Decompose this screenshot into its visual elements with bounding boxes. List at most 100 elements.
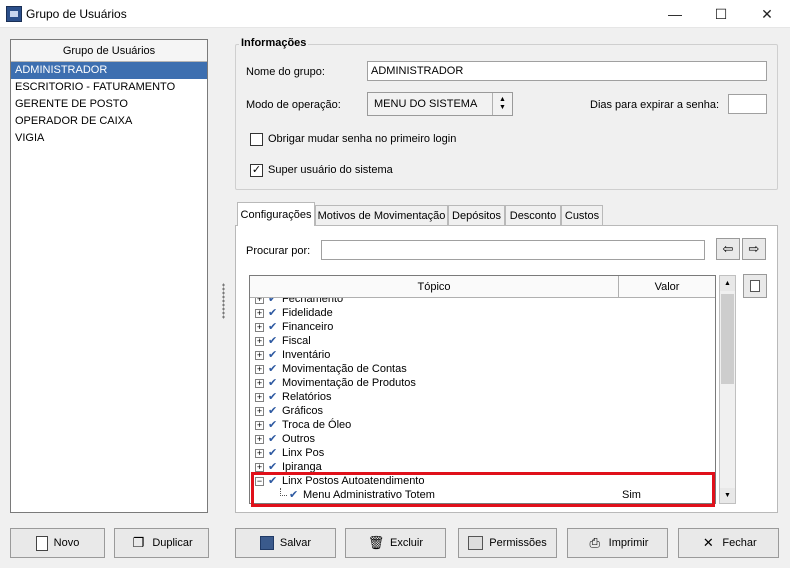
vertical-scrollbar[interactable]: ▲ ▼ (719, 275, 736, 504)
expand-icon[interactable]: + (255, 407, 264, 416)
info-title: Informações (239, 37, 309, 49)
duplicar-button[interactable]: ❐ Duplicar (114, 528, 209, 558)
next-arrow-button[interactable]: ⇨ (742, 238, 766, 260)
excluir-label: Excluir (389, 537, 423, 549)
superuser-checkbox[interactable]: ✓ (250, 164, 263, 177)
salvar-label: Salvar (279, 537, 312, 549)
check-icon: ✔ (268, 419, 278, 431)
tree-row-label: Movimentação de Produtos (282, 377, 416, 389)
previous-arrow-button[interactable]: ⇦ (716, 238, 740, 260)
excluir-button[interactable]: 🗑 Excluir (345, 528, 446, 558)
tab-configuracoes[interactable]: Configurações (237, 202, 315, 226)
operation-mode-label: Modo de operação: (246, 99, 341, 111)
new-document-icon (35, 535, 48, 551)
fechar-button[interactable]: ✕ Fechar (678, 528, 779, 558)
search-input[interactable] (321, 240, 705, 260)
arrow-right-icon: ⇨ (748, 241, 760, 256)
user-groups-list: ADMINISTRADOR ESCRITORIO - FATURAMENTO GER… (11, 62, 207, 147)
group-name-input[interactable]: ADMINISTRADOR (367, 61, 767, 81)
expand-icon[interactable]: + (255, 435, 264, 444)
group-list-item[interactable]: GERENTE DE POSTO (11, 96, 207, 113)
tab-depositos[interactable]: Depósitos (448, 205, 505, 225)
tree-row-label: Gráficos (282, 405, 323, 417)
permissoes-label: Permissões (489, 537, 547, 549)
topics-tree-grid: + ✔ Fechamento + ✔ Fidelidade + ✔ Financeiro + ✔ Fi… (249, 275, 716, 504)
novo-label: Novo (53, 537, 80, 549)
group-list-item[interactable]: OPERADOR DE CAIXA (11, 113, 207, 130)
highlight-box (251, 472, 715, 507)
tree-row[interactable]: + ✔ Inventário (250, 348, 715, 362)
minimize-button[interactable]: — (652, 0, 698, 28)
expand-icon[interactable]: + (255, 337, 264, 346)
imprimir-label: Imprimir (608, 537, 649, 549)
tree-row-label: Inventário (282, 349, 331, 361)
check-icon: ✔ (268, 321, 278, 333)
permissoes-button[interactable]: Permissões (458, 528, 557, 558)
tree-row[interactable]: + ✔ Financeiro (250, 320, 715, 334)
tree-row[interactable]: + ✔ Gráficos (250, 404, 715, 418)
tree-row[interactable]: + ✔ Movimentação de Contas (250, 362, 715, 376)
tree-row[interactable]: + ✔ Fidelidade (250, 306, 715, 320)
check-icon: ✔ (268, 377, 278, 389)
group-list-item[interactable]: ADMINISTRADOR (11, 62, 207, 79)
search-label: Procurar por: (246, 245, 311, 257)
tree-row-label: Linx Pos (282, 447, 325, 459)
tree-row[interactable]: + ✔ Relatórios (250, 390, 715, 404)
force-password-change-label: Obrigar mudar senha no primeiro login (268, 133, 457, 145)
expand-icon[interactable]: + (255, 365, 264, 374)
group-name-label: Nome do grupo: (246, 66, 325, 78)
splitter-handle[interactable] (222, 283, 225, 319)
tree-row-label: Movimentação de Contas (282, 363, 407, 375)
tree-row-label: Relatórios (282, 391, 332, 403)
expand-icon[interactable]: + (255, 393, 264, 402)
maximize-button[interactable]: ☐ (698, 0, 744, 28)
column-header-valor[interactable]: Valor (619, 276, 715, 298)
checkmark-icon: ✓ (251, 164, 262, 176)
group-list-item[interactable]: VIGIA (11, 130, 207, 147)
tab-custos[interactable]: Custos (561, 205, 603, 225)
tree-row[interactable]: + ✔ Movimentação de Produtos (250, 376, 715, 390)
password-expiry-label: Dias para expirar a senha: (590, 99, 720, 111)
check-icon: ✔ (268, 335, 278, 347)
permissions-icon (468, 536, 484, 550)
expand-icon[interactable]: + (255, 323, 264, 332)
document-icon (750, 280, 760, 292)
grid-options-button[interactable] (743, 274, 767, 298)
imprimir-button[interactable]: ⎙ Imprimir (567, 528, 668, 558)
expand-icon[interactable]: + (255, 449, 264, 458)
expand-icon[interactable]: + (255, 379, 264, 388)
check-icon: ✔ (268, 447, 278, 459)
user-groups-list-panel: Grupo de Usuários ADMINISTRADOR ESCRITORI… (10, 39, 208, 513)
expand-icon[interactable]: + (255, 309, 264, 318)
tree-row[interactable]: + ✔ Troca de Óleo (250, 418, 715, 432)
scroll-down-icon[interactable]: ▼ (720, 488, 735, 503)
operation-mode-select[interactable]: MENU DO SISTEMA ▲ ▼ (367, 92, 513, 116)
tab-desconto[interactable]: Desconto (505, 205, 561, 225)
tree-row[interactable]: + ✔ Fiscal (250, 334, 715, 348)
spin-updown-icon[interactable]: ▲ ▼ (492, 93, 512, 115)
salvar-button[interactable]: Salvar (235, 528, 336, 558)
close-x-icon: ✕ (702, 535, 714, 550)
scroll-up-icon[interactable]: ▲ (720, 276, 735, 291)
scroll-thumb[interactable] (721, 294, 734, 384)
force-password-change-checkbox[interactable] (250, 133, 263, 146)
save-icon (259, 536, 274, 550)
tree-row[interactable]: + ✔ Linx Pos (250, 446, 715, 460)
group-list-item[interactable]: ESCRITORIO - FATURAMENTO (11, 79, 207, 96)
app-icon (6, 6, 22, 22)
password-expiry-input[interactable] (728, 94, 767, 114)
expand-icon[interactable]: + (255, 421, 264, 430)
window-title: Grupo de Usuários (26, 7, 127, 21)
tree-row[interactable]: + ✔ Outros (250, 432, 715, 446)
expand-icon[interactable]: + (255, 463, 264, 472)
novo-button[interactable]: Novo (10, 528, 105, 558)
check-icon: ✔ (268, 391, 278, 403)
column-header-topico[interactable]: Tópico (250, 276, 619, 298)
tree-row-label: Outros (282, 433, 316, 445)
close-window-button[interactable]: ✕ (744, 0, 790, 28)
tree-row-label: Fiscal (282, 335, 311, 347)
tree-row-label: Financeiro (282, 321, 334, 333)
tab-motivos-movimentacao[interactable]: Motivos de Movimentação (315, 205, 448, 225)
expand-icon[interactable]: + (255, 351, 264, 360)
check-icon: ✔ (268, 307, 278, 319)
